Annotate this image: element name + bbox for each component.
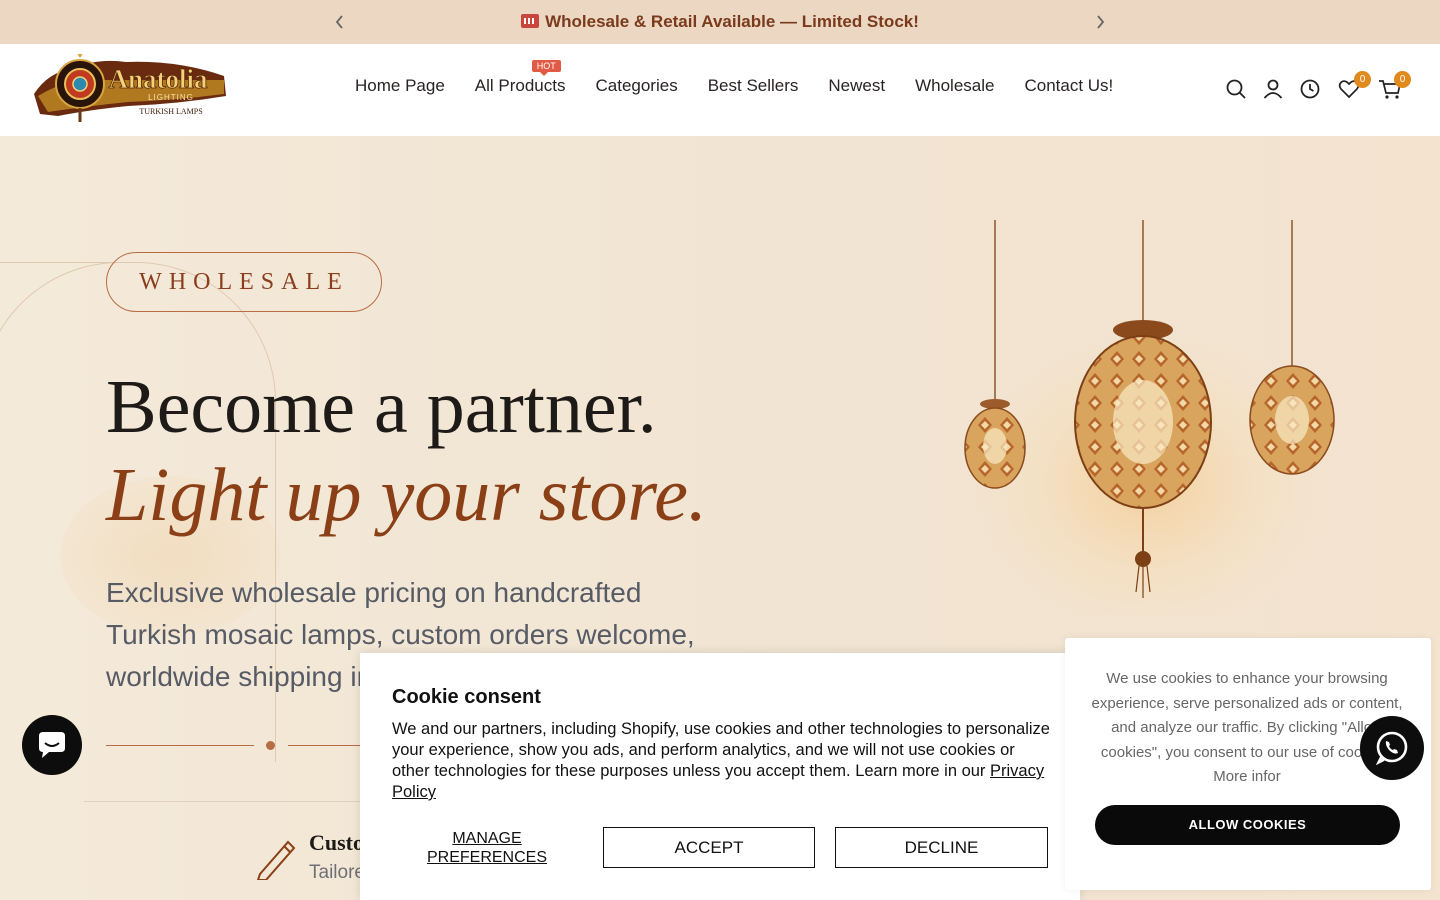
site-logo[interactable]: Anatolia LIGHTING TURKISH LAMPS (28, 52, 230, 124)
manage-preferences-button[interactable]: MANAGE PREFERENCES (392, 829, 582, 867)
allow-cookies-button[interactable]: ALLOW COOKIES (1095, 805, 1400, 845)
wishlist-button[interactable]: 0 (1338, 71, 1371, 100)
nav-item-all-products[interactable]: All Products HOT (460, 60, 581, 96)
site-header: Anatolia LIGHTING TURKISH LAMPS Home Pag… (0, 44, 1440, 136)
hero-headline-italic: Light up your store. (106, 453, 707, 537)
nav-label: Categories (595, 76, 678, 95)
nav-label: Home Page (355, 76, 445, 95)
accept-button[interactable]: ACCEPT (603, 827, 815, 868)
cookie-consent-banner: Cookie consent We and our partners, incl… (360, 653, 1080, 900)
main-nav: Home Page All Products HOT Categories Be… (340, 60, 1128, 96)
nav-label: Contact Us! (1024, 76, 1114, 95)
hero-lamps-illustration (945, 220, 1345, 616)
feature-description: Tailore (309, 862, 365, 883)
nav-label: Best Sellers (707, 76, 799, 95)
wishlist-count: 0 (1354, 71, 1371, 88)
hero-tag: WHOLESALE (106, 252, 382, 312)
whatsapp-icon (1375, 731, 1408, 766)
search-icon (1226, 79, 1246, 99)
nav-item-contact[interactable]: Contact Us! (1009, 76, 1128, 96)
nav-label: All Products (474, 76, 566, 95)
cart-button[interactable]: 0 (1378, 71, 1411, 100)
svg-text:LIGHTING: LIGHTING (148, 93, 194, 102)
cart-count: 0 (1394, 71, 1411, 88)
svg-text:TURKISH LAMPS: TURKISH LAMPS (139, 107, 202, 116)
hero-headline: Become a partner. (106, 365, 657, 449)
nav-label: Wholesale (915, 76, 995, 95)
logo-image: Anatolia LIGHTING TURKISH LAMPS (34, 52, 226, 122)
clock-icon (1300, 79, 1320, 99)
svg-text:Anatolia: Anatolia (108, 64, 208, 94)
factory-icon (521, 14, 540, 28)
nav-item-home[interactable]: Home Page (340, 76, 460, 96)
chat-bubble-icon (39, 732, 65, 758)
hot-badge: HOT (531, 60, 561, 76)
announcement-text: Wholesale & Retail Available — Limited S… (545, 12, 919, 31)
announcement-bar: Wholesale & Retail Available — Limited S… (0, 0, 1440, 44)
nav-item-newest[interactable]: Newest (813, 76, 900, 96)
recently-viewed-button[interactable] (1299, 78, 1321, 100)
announcement-message[interactable]: Wholesale & Retail Available — Limited S… (0, 12, 1440, 32)
account-button[interactable] (1262, 78, 1284, 100)
cookie-popup-text: We use cookies to enhance your browsing … (1091, 670, 1403, 785)
pencil-icon (254, 836, 298, 881)
user-icon (1263, 79, 1283, 99)
nav-label: Newest (828, 76, 886, 95)
decline-button[interactable]: DECLINE (835, 827, 1048, 868)
chevron-right-icon (1097, 15, 1105, 29)
nav-item-wholesale[interactable]: Wholesale (900, 76, 1009, 96)
nav-item-categories[interactable]: Categories (580, 76, 692, 96)
chat-button[interactable] (22, 715, 82, 775)
cookie-description: We and our partners, including Shopify, … (392, 720, 1050, 801)
nav-item-best-sellers[interactable]: Best Sellers (693, 76, 814, 96)
feature-title: Custo (309, 830, 365, 855)
search-button[interactable] (1225, 78, 1247, 100)
section-divider (84, 801, 384, 802)
announcement-next-button[interactable] (1088, 10, 1112, 34)
whatsapp-button[interactable] (1360, 716, 1424, 780)
cookie-title: Cookie consent (392, 686, 541, 708)
